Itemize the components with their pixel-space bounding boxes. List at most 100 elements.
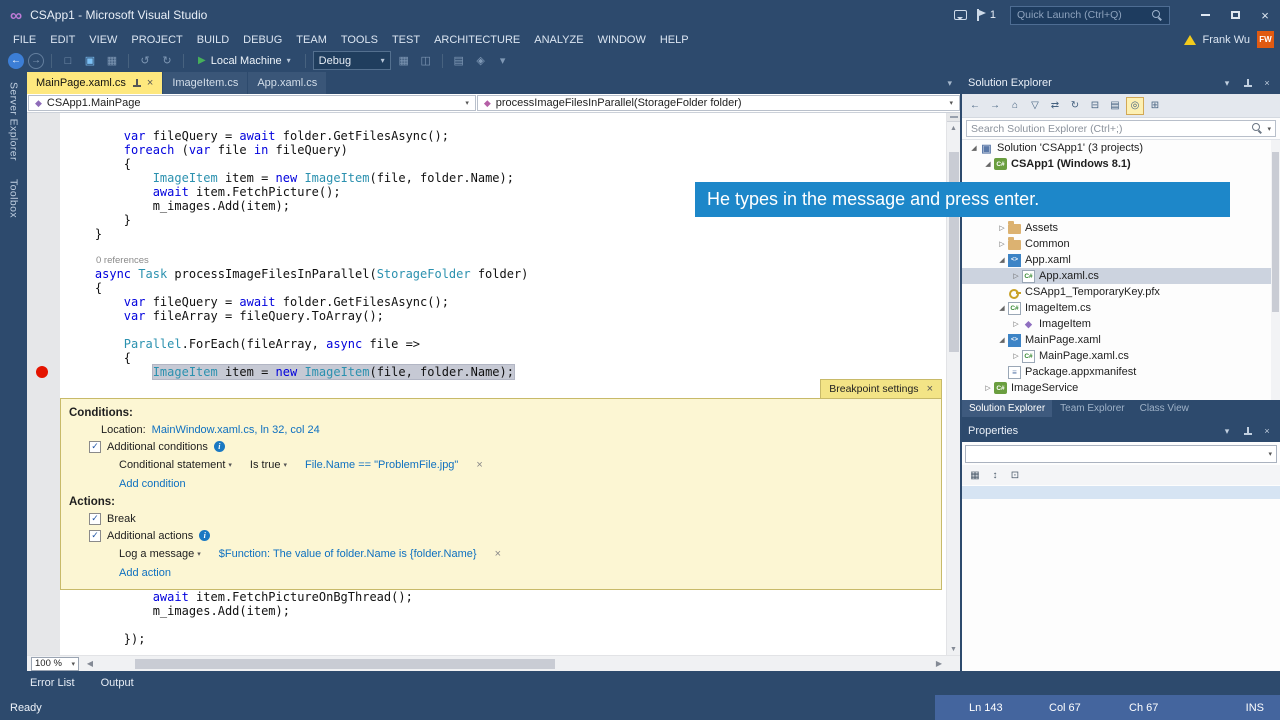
side-tab-toolbox[interactable]: Toolbox	[8, 179, 20, 218]
menu-help[interactable]: HELP	[653, 30, 696, 49]
scroll-left-icon[interactable]: ◀	[83, 659, 97, 668]
pin-icon[interactable]	[1240, 78, 1254, 88]
collapse-icon[interactable]: ◢	[996, 256, 1008, 264]
refresh-icon[interactable]: ↻	[1066, 97, 1084, 115]
expand-icon[interactable]: ▷	[1010, 272, 1022, 280]
collapse-icon[interactable]: ◢	[996, 304, 1008, 312]
save-icon[interactable]: ▣	[81, 54, 99, 67]
expand-icon[interactable]: ▷	[1010, 352, 1022, 360]
close-icon[interactable]: ×	[1260, 78, 1274, 88]
quick-launch-box[interactable]	[1010, 5, 1170, 25]
condition-type-dropdown[interactable]: Conditional statement ▾	[119, 459, 232, 471]
collapse-icon[interactable]: ◢	[982, 160, 994, 168]
pin-icon[interactable]	[132, 78, 141, 88]
menu-window[interactable]: WINDOW	[591, 30, 653, 49]
close-icon[interactable]: ×	[1260, 426, 1274, 436]
quick-launch-input[interactable]	[1017, 9, 1152, 21]
tab-mainpage-xaml-cs[interactable]: MainPage.xaml.cs ×	[27, 72, 163, 94]
preview-changes-icon[interactable]: ▤	[450, 54, 468, 67]
collapse-icon[interactable]: ◢	[968, 144, 980, 152]
tree-item-solution-csapp1-3-projects[interactable]: ◢ ▣ Solution 'CSApp1' (3 projects)	[962, 140, 1280, 156]
property-pages-icon[interactable]: ⊡	[1007, 467, 1023, 483]
tree-item-csapp1-temporarykey-pfx[interactable]: CSApp1_TemporaryKey.pfx	[962, 284, 1280, 300]
location-link[interactable]: MainWindow.xaml.cs, ln 32, col 24	[152, 424, 320, 436]
solution-search-box[interactable]: ▾	[966, 120, 1276, 137]
close-icon[interactable]: ×	[927, 383, 933, 395]
tree-item-package-appxmanifest[interactable]: ≡ Package.appxmanifest	[962, 364, 1280, 380]
breakpoint-icon[interactable]	[36, 366, 48, 378]
feedback-icon[interactable]	[953, 10, 967, 20]
member-dropdown[interactable]: ◆ processImageFilesInParallel(StorageFol…	[476, 95, 960, 111]
filter-icon[interactable]: ▽	[1026, 97, 1044, 115]
expand-icon[interactable]: ▷	[1010, 320, 1022, 328]
additional-conditions-checkbox[interactable]: ✓	[89, 440, 101, 453]
tree-item-imageservice[interactable]: ▷ C# ImageService	[962, 380, 1280, 396]
find-in-files-icon[interactable]: ◫	[417, 54, 435, 67]
tree-item-mainpage-xaml-cs[interactable]: ▷ C# MainPage.xaml.cs	[962, 348, 1280, 364]
panel-tab-solution-explorer[interactable]: Solution Explorer	[962, 400, 1053, 417]
open-file-icon[interactable]: □	[59, 55, 77, 67]
save-all-icon[interactable]: ▦	[103, 54, 121, 67]
break-checkbox[interactable]: ✓	[89, 512, 101, 525]
minimize-button[interactable]	[1190, 0, 1220, 30]
menu-build[interactable]: BUILD	[190, 30, 236, 49]
panel-tab-team-explorer[interactable]: Team Explorer	[1053, 400, 1131, 417]
tree-item-imageitem[interactable]: ▷ ◆ ImageItem	[962, 316, 1280, 332]
chevron-down-icon[interactable]: ▾	[1267, 125, 1271, 133]
tab-imageitem-cs[interactable]: ImageItem.cs	[163, 72, 248, 94]
scroll-down-icon[interactable]: ▼	[947, 643, 960, 655]
tab-app-xaml-cs[interactable]: App.xaml.cs	[248, 72, 327, 94]
menu-architecture[interactable]: ARCHITECTURE	[427, 30, 527, 49]
menu-file[interactable]: FILE	[6, 30, 43, 49]
menu-debug[interactable]: DEBUG	[236, 30, 289, 49]
menu-team[interactable]: TEAM	[289, 30, 334, 49]
menu-view[interactable]: VIEW	[82, 30, 124, 49]
collapse-all-icon[interactable]: ⊟	[1086, 97, 1104, 115]
scroll-right-icon[interactable]: ▶	[932, 659, 946, 668]
menu-project[interactable]: PROJECT	[124, 30, 189, 49]
properties-page-icon[interactable]: ⊞	[1146, 97, 1164, 115]
close-icon[interactable]: ×	[147, 77, 153, 89]
menu-edit[interactable]: EDIT	[43, 30, 82, 49]
tree-item-common[interactable]: ▷ Common	[962, 236, 1280, 252]
condition-expression[interactable]: File.Name == "ProblemFile.jpg"	[305, 459, 458, 471]
bottom-tab-error-list[interactable]: Error List	[30, 677, 75, 689]
action-type-dropdown[interactable]: Log a message ▾	[119, 548, 201, 560]
tree-scrollbar[interactable]	[1271, 140, 1280, 400]
zoom-selector[interactable]: 100 % ▾	[31, 656, 79, 671]
tab-overflow-icon[interactable]: ▾	[939, 72, 960, 94]
home-icon[interactable]: ⌂	[1006, 97, 1024, 115]
breakpoint-gutter[interactable]	[27, 113, 60, 655]
preview-selected-items-icon[interactable]: ◎	[1126, 96, 1144, 115]
additional-actions-checkbox[interactable]: ✓	[89, 529, 101, 542]
chevron-down-icon[interactable]: ▾	[1220, 78, 1234, 89]
horizontal-scrollbar-thumb[interactable]	[135, 659, 555, 669]
expand-icon[interactable]: ▷	[996, 224, 1008, 232]
properties-object-dropdown[interactable]: ▾	[965, 445, 1277, 463]
tree-scrollbar-thumb[interactable]	[1272, 152, 1279, 312]
breakpoint-settings-tab[interactable]: Breakpoint settings ×	[820, 379, 942, 398]
expand-icon[interactable]: ▷	[996, 240, 1008, 248]
navigate-backward-icon[interactable]: ←	[966, 97, 984, 115]
close-button[interactable]: ×	[1250, 0, 1280, 30]
split-editor-handle[interactable]	[947, 113, 960, 122]
redo-icon[interactable]: ↻	[158, 54, 176, 67]
side-tab-server-explorer[interactable]: Server Explorer	[8, 82, 20, 161]
expand-icon[interactable]: ▷	[982, 384, 994, 392]
panel-tab-class-view[interactable]: Class View	[1133, 400, 1196, 417]
signed-in-user[interactable]: Frank Wu	[1203, 34, 1250, 46]
navigate-backward-icon[interactable]: ←	[8, 52, 24, 69]
toggle-bookmark-icon[interactable]: ◈	[472, 54, 490, 67]
tree-item-csapp1-windows-8-1[interactable]: ◢ C# CSApp1 (Windows 8.1)	[962, 156, 1280, 172]
tree-item-imageitem-cs[interactable]: ◢ C# ImageItem.cs	[962, 300, 1280, 316]
tree-item-mainpage-xaml[interactable]: ◢ <> MainPage.xaml	[962, 332, 1280, 348]
bottom-tab-output[interactable]: Output	[101, 677, 134, 689]
restore-button[interactable]	[1220, 0, 1250, 30]
tree-item-app-xaml-cs[interactable]: ▷ C# App.xaml.cs	[962, 268, 1280, 284]
add-condition-link[interactable]: Add condition	[119, 478, 186, 490]
solution-platforms-icon[interactable]: ▦	[395, 54, 413, 67]
pin-icon[interactable]	[1240, 426, 1254, 436]
navigate-forward-icon[interactable]: →	[28, 52, 44, 69]
menu-test[interactable]: TEST	[385, 30, 427, 49]
solution-search-input[interactable]	[971, 122, 1249, 135]
